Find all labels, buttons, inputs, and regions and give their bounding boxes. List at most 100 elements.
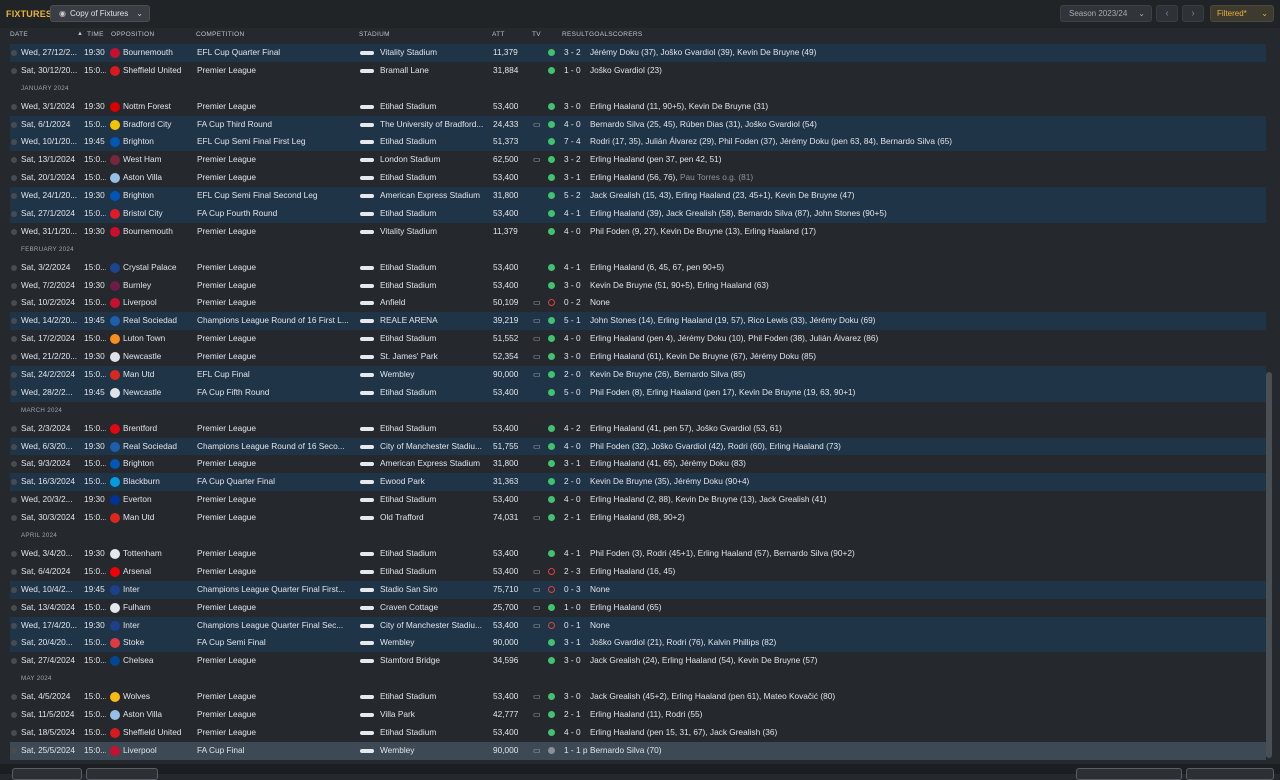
- competition-link[interactable]: FA Cup Fourth Round: [197, 205, 357, 223]
- opposition-link[interactable]: Newcastle: [123, 384, 195, 402]
- stadium-name[interactable]: St. James' Park: [380, 348, 492, 366]
- competition-link[interactable]: FA Cup Quarter Final: [197, 473, 357, 491]
- result-score[interactable]: 2 - 1: [564, 706, 590, 724]
- opposition-link[interactable]: Man Utd: [123, 509, 195, 527]
- result-score[interactable]: 5 - 0: [564, 384, 590, 402]
- result-score[interactable]: 1 - 1 p: [564, 742, 590, 760]
- competition-link[interactable]: FA Cup Semi Final: [197, 634, 357, 652]
- competition-link[interactable]: Premier League: [197, 151, 357, 169]
- stadium-name[interactable]: City of Manchester Stadiu...: [380, 617, 492, 635]
- stadium-name[interactable]: Stadio San Siro: [380, 581, 492, 599]
- opposition-link[interactable]: Liverpool: [123, 742, 195, 760]
- result-score[interactable]: 4 - 1: [564, 545, 590, 563]
- stadium-name[interactable]: Etihad Stadium: [380, 259, 492, 277]
- competition-link[interactable]: Premier League: [197, 563, 357, 581]
- result-score[interactable]: 3 - 0: [564, 348, 590, 366]
- opposition-link[interactable]: Everton: [123, 491, 195, 509]
- result-score[interactable]: 3 - 0: [564, 98, 590, 116]
- stadium-name[interactable]: Etihad Stadium: [380, 545, 492, 563]
- competition-link[interactable]: Premier League: [197, 98, 357, 116]
- fixture-row[interactable]: Sat, 3/2/2024 15:0... Crystal Palace Premie…: [10, 259, 1266, 277]
- opposition-link[interactable]: West Ham: [123, 151, 195, 169]
- view-selector-button[interactable]: ◉ Copy of Fixtures ⌄: [50, 5, 150, 22]
- result-score[interactable]: 0 - 2: [564, 294, 590, 312]
- competition-link[interactable]: Premier League: [197, 652, 357, 670]
- opposition-link[interactable]: Brighton: [123, 133, 195, 151]
- fixture-row[interactable]: Sat, 20/4/20... 15:0... Stoke FA Cup Semi F…: [10, 634, 1266, 653]
- result-score[interactable]: 3 - 0: [564, 652, 590, 670]
- fixture-row[interactable]: Sat, 18/5/2024 15:0... Sheffield United Pre…: [10, 724, 1266, 742]
- competition-link[interactable]: Premier League: [197, 455, 357, 473]
- opposition-link[interactable]: Tottenham: [123, 545, 195, 563]
- opposition-link[interactable]: Brighton: [123, 187, 195, 205]
- competition-link[interactable]: Premier League: [197, 599, 357, 617]
- bottom-right-button[interactable]: [1076, 768, 1182, 780]
- competition-link[interactable]: Champions League Quarter Final First...: [197, 581, 357, 599]
- opposition-link[interactable]: Bournemouth: [123, 223, 195, 241]
- fixture-row[interactable]: Wed, 24/1/20... 19:30 Brighton EFL Cup Semi…: [10, 187, 1266, 206]
- result-score[interactable]: 1 - 0: [564, 62, 590, 80]
- opposition-link[interactable]: Bournemouth: [123, 44, 195, 62]
- competition-link[interactable]: Premier League: [197, 420, 357, 438]
- bottom-right-button-2[interactable]: [1186, 768, 1274, 780]
- stadium-name[interactable]: Old Trafford: [380, 509, 492, 527]
- result-score[interactable]: 3 - 1: [564, 169, 590, 187]
- stadium-name[interactable]: Etihad Stadium: [380, 724, 492, 742]
- fixture-row[interactable]: Sat, 24/2/2024 15:0... Man Utd EFL Cup Fina…: [10, 366, 1266, 384]
- competition-link[interactable]: EFL Cup Final: [197, 366, 357, 384]
- stadium-name[interactable]: Etihad Stadium: [380, 384, 492, 402]
- stadium-name[interactable]: Craven Cottage: [380, 599, 492, 617]
- result-score[interactable]: 2 - 1: [564, 509, 590, 527]
- fixture-row[interactable]: Sat, 4/5/2024 15:0... Wolves Premier League…: [10, 688, 1266, 706]
- result-score[interactable]: 4 - 0: [564, 330, 590, 348]
- result-score[interactable]: 0 - 1: [564, 617, 590, 635]
- fixture-row[interactable]: Wed, 14/2/20... 19:45 Real Sociedad Champio…: [10, 312, 1266, 331]
- stadium-name[interactable]: Etihad Stadium: [380, 330, 492, 348]
- stadium-name[interactable]: Etihad Stadium: [380, 205, 492, 223]
- opposition-link[interactable]: Stoke: [123, 634, 195, 652]
- fixture-row[interactable]: Sat, 11/5/2024 15:0... Aston Villa Premier …: [10, 706, 1266, 724]
- opposition-link[interactable]: Liverpool: [123, 294, 195, 312]
- col-competition[interactable]: COMPETITION: [196, 31, 244, 38]
- competition-link[interactable]: EFL Cup Quarter Final: [197, 44, 357, 62]
- competition-link[interactable]: EFL Cup Semi Final First Leg: [197, 133, 357, 151]
- col-tv[interactable]: TV: [532, 31, 541, 38]
- stadium-name[interactable]: Etihad Stadium: [380, 420, 492, 438]
- fixture-row[interactable]: Sat, 30/12/20... 15:0... Sheffield United P…: [10, 62, 1266, 80]
- col-date[interactable]: DATE: [10, 31, 28, 38]
- result-score[interactable]: 3 - 2: [564, 151, 590, 169]
- competition-link[interactable]: Premier League: [197, 509, 357, 527]
- result-score[interactable]: 2 - 3: [564, 563, 590, 581]
- fixture-row[interactable]: Wed, 10/4/2... 19:45 Inter Champions League…: [10, 580, 1266, 599]
- competition-link[interactable]: Premier League: [197, 223, 357, 241]
- result-score[interactable]: 3 - 2: [564, 44, 590, 62]
- opposition-link[interactable]: Fulham: [123, 599, 195, 617]
- col-result[interactable]: RESULT: [562, 31, 589, 38]
- competition-link[interactable]: Premier League: [197, 294, 357, 312]
- fixture-row[interactable]: Sat, 6/1/2024 15:0... Bradford City FA Cup …: [10, 115, 1266, 134]
- opposition-link[interactable]: Brighton: [123, 455, 195, 473]
- opposition-link[interactable]: Inter: [123, 617, 195, 635]
- competition-link[interactable]: Premier League: [197, 348, 357, 366]
- fixture-row[interactable]: Sat, 13/1/2024 15:0... West Ham Premier Lea…: [10, 151, 1266, 169]
- competition-link[interactable]: Champions League Round of 16 Seco...: [197, 438, 357, 456]
- stadium-name[interactable]: Wembley: [380, 366, 492, 384]
- fixture-row[interactable]: Sat, 6/4/2024 15:0... Arsenal Premier Leagu…: [10, 563, 1266, 581]
- competition-link[interactable]: Premier League: [197, 277, 357, 295]
- stadium-name[interactable]: Etihad Stadium: [380, 169, 492, 187]
- opposition-link[interactable]: Newcastle: [123, 348, 195, 366]
- vertical-scrollbar[interactable]: [1266, 372, 1272, 758]
- fixture-row[interactable]: Wed, 17/4/20... 19:30 Inter Champions Leagu…: [10, 616, 1266, 635]
- result-score[interactable]: 4 - 0: [564, 724, 590, 742]
- previous-season-button[interactable]: ‹: [1156, 5, 1178, 22]
- stadium-name[interactable]: Villa Park: [380, 706, 492, 724]
- competition-link[interactable]: Premier League: [197, 330, 357, 348]
- opposition-link[interactable]: Aston Villa: [123, 706, 195, 724]
- opposition-link[interactable]: Bradford City: [123, 116, 195, 134]
- stadium-name[interactable]: Vitality Stadium: [380, 44, 492, 62]
- stadium-name[interactable]: Anfield: [380, 294, 492, 312]
- result-score[interactable]: 4 - 0: [564, 438, 590, 456]
- result-score[interactable]: 4 - 1: [564, 259, 590, 277]
- stadium-name[interactable]: The University of Bradford...: [380, 116, 492, 134]
- stadium-name[interactable]: Vitality Stadium: [380, 223, 492, 241]
